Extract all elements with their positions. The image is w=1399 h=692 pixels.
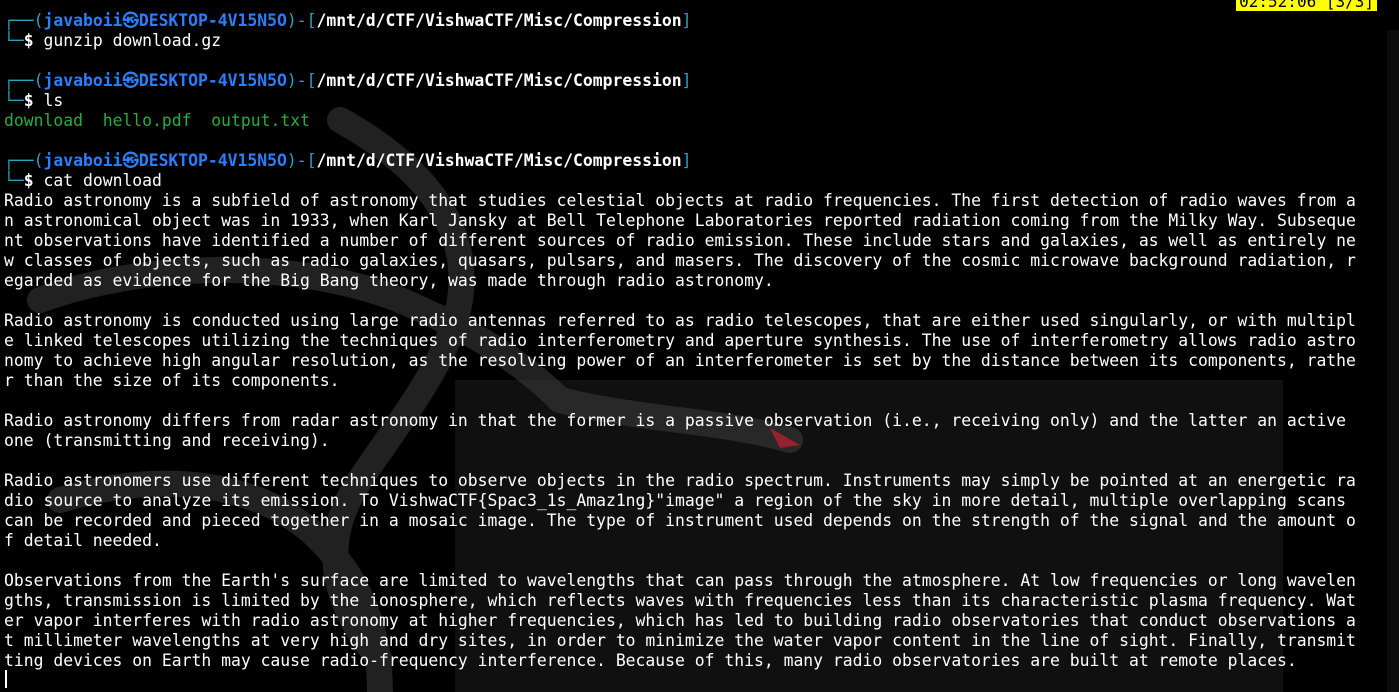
prompt-path: /mnt/d/CTF/VishwaCTF/Misc/Compression <box>316 151 682 170</box>
status-clock: 02:52:06 [3/3] <box>1236 0 1377 11</box>
prompt-corner: └─ <box>4 171 24 190</box>
prompt-frame: ] <box>681 71 692 90</box>
terminal-window[interactable]: 02:52:06 [3/3] ┌──(javaboii㉿DESKTOP-4V15… <box>0 0 1399 692</box>
prompt-user: javaboii <box>43 151 123 170</box>
output-paragraph: Radio astronomy is conducted using large… <box>4 311 1356 390</box>
prompt-at-icon: ㉿ <box>122 11 139 30</box>
prompt-corner: └─ <box>4 31 24 50</box>
prompt-frame: ┌──( <box>4 71 44 90</box>
prompt-host: DESKTOP-4V15N5O <box>138 151 287 170</box>
prompt-dollar: $ <box>23 171 34 190</box>
prompt-frame: ] <box>681 151 692 170</box>
terminal-output: ┌──(javaboii㉿DESKTOP-4V15N5O)-[/mnt/d/CT… <box>4 11 1384 671</box>
text-cursor <box>5 670 7 688</box>
prompt-line: ┌──(javaboii㉿DESKTOP-4V15N5O)-[/mnt/d/CT… <box>4 11 1384 31</box>
output-paragraph: Radio astronomy differs from radar astro… <box>4 411 1347 450</box>
prompt-user: javaboii <box>43 71 123 90</box>
scrollbar[interactable] <box>1387 30 1399 692</box>
prompt-frame: ] <box>681 11 692 30</box>
prompt-frame: ┌──( <box>4 151 44 170</box>
command-line: └─$ cat download <box>4 171 1384 191</box>
output-paragraph: Radio astronomy is a subfield of astrono… <box>4 191 1356 290</box>
command-text: cat download <box>43 171 162 190</box>
prompt-line: ┌──(javaboii㉿DESKTOP-4V15N5O)-[/mnt/d/CT… <box>4 71 1384 91</box>
prompt-at-icon: ㉿ <box>122 151 139 170</box>
command-text: gunzip download.gz <box>43 31 222 50</box>
ls-output-line: download hello.pdf output.txt <box>4 111 1384 131</box>
prompt-dollar: $ <box>23 91 34 110</box>
command-text: ls <box>43 91 64 110</box>
file-entry: download <box>4 111 83 130</box>
prompt-frame: )-[ <box>286 11 317 30</box>
command-line: └─$ gunzip download.gz <box>4 31 1384 51</box>
prompt-frame: )-[ <box>286 71 317 90</box>
prompt-user: javaboii <box>43 11 123 30</box>
output-paragraph: Radio astronomers use different techniqu… <box>4 471 1356 550</box>
file-entry: output.txt <box>211 111 310 130</box>
command-line: └─$ ls <box>4 91 1384 111</box>
prompt-corner: └─ <box>4 91 24 110</box>
prompt-path: /mnt/d/CTF/VishwaCTF/Misc/Compression <box>316 71 682 90</box>
prompt-path: /mnt/d/CTF/VishwaCTF/Misc/Compression <box>316 11 682 30</box>
output-paragraph: Observations from the Earth's surface ar… <box>4 571 1356 670</box>
prompt-host: DESKTOP-4V15N5O <box>138 11 287 30</box>
prompt-line: ┌──(javaboii㉿DESKTOP-4V15N5O)-[/mnt/d/CT… <box>4 151 1384 171</box>
prompt-at-icon: ㉿ <box>122 71 139 90</box>
file-entry: hello.pdf <box>102 111 192 130</box>
prompt-dollar: $ <box>23 31 34 50</box>
prompt-host: DESKTOP-4V15N5O <box>138 71 287 90</box>
prompt-frame: ┌──( <box>4 11 44 30</box>
prompt-frame: )-[ <box>286 151 317 170</box>
